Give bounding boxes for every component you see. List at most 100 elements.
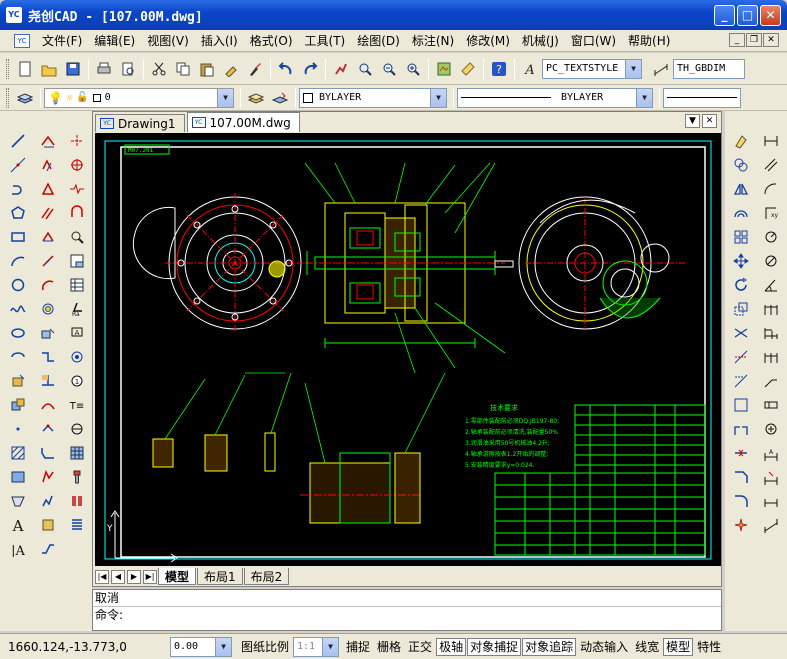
zoom-realtime-icon[interactable] bbox=[354, 58, 376, 80]
print-preview-icon[interactable] bbox=[117, 58, 139, 80]
explode-icon[interactable] bbox=[730, 514, 752, 536]
rotate-icon[interactable] bbox=[37, 274, 59, 296]
aligned-dimension-icon[interactable] bbox=[760, 154, 782, 176]
tab-107-dwg[interactable]: YC 107.00M.dwg bbox=[186, 112, 300, 132]
arc-icon[interactable] bbox=[7, 250, 29, 272]
toolbar-grip[interactable] bbox=[6, 87, 9, 108]
polygon-icon[interactable] bbox=[7, 202, 29, 224]
last-tab-icon[interactable]: ▶| bbox=[143, 569, 157, 584]
menu-edit[interactable]: 编辑(E) bbox=[88, 32, 141, 49]
tolerance-frame-icon[interactable] bbox=[760, 394, 782, 416]
break-line-icon[interactable] bbox=[66, 178, 88, 200]
pan-icon[interactable] bbox=[330, 58, 352, 80]
dimension-style-icon[interactable] bbox=[760, 514, 782, 536]
dynamic-input-toggle[interactable]: 动态输入 bbox=[577, 638, 631, 656]
ortho-toggle[interactable]: 正交 bbox=[405, 638, 435, 656]
chamfer-icon[interactable] bbox=[730, 466, 752, 488]
weld-icon[interactable]: T≡ bbox=[66, 394, 88, 416]
command-prompt[interactable]: 命令: bbox=[93, 606, 721, 622]
chevron-down-icon[interactable]: ▼ bbox=[636, 88, 652, 107]
join-icon[interactable] bbox=[37, 418, 59, 440]
move-icon[interactable] bbox=[37, 250, 59, 272]
continue-dimension-icon[interactable] bbox=[760, 346, 782, 368]
print-icon[interactable] bbox=[93, 58, 115, 80]
menu-dimension[interactable]: 标注(N) bbox=[406, 32, 460, 49]
design-center-icon[interactable] bbox=[433, 58, 455, 80]
chamfer-icon[interactable] bbox=[37, 442, 59, 464]
zoom-previous-icon[interactable] bbox=[402, 58, 424, 80]
chevron-down-icon[interactable]: ▼ bbox=[215, 637, 231, 656]
fillet-icon[interactable] bbox=[37, 466, 59, 488]
section-icon[interactable] bbox=[66, 202, 88, 224]
copy-object-icon[interactable] bbox=[37, 154, 59, 176]
offset-icon[interactable] bbox=[730, 202, 752, 224]
menu-file[interactable]: 文件(F) bbox=[36, 32, 88, 49]
tool-palette-icon[interactable] bbox=[457, 58, 479, 80]
extend-icon[interactable] bbox=[37, 370, 59, 392]
ellipse-arc-icon[interactable] bbox=[7, 346, 29, 368]
tab-close-icon[interactable]: ✕ bbox=[702, 114, 717, 128]
object-snap-toggle[interactable]: 对象捕捉 bbox=[467, 637, 522, 656]
stretch-icon[interactable] bbox=[730, 322, 752, 344]
region-icon[interactable] bbox=[7, 490, 29, 512]
doc-close-button[interactable]: ✕ bbox=[763, 33, 779, 47]
surface-finish-icon[interactable]: Ra bbox=[66, 298, 88, 320]
text-style-select[interactable]: PC_TEXTSTYLE ▼ bbox=[542, 58, 642, 79]
chevron-down-icon[interactable]: ▼ bbox=[217, 88, 233, 107]
hatch-icon[interactable] bbox=[7, 442, 29, 464]
circle-icon[interactable] bbox=[7, 274, 29, 296]
spline-icon[interactable] bbox=[7, 298, 29, 320]
center-mark-icon[interactable] bbox=[66, 154, 88, 176]
tolerance-icon[interactable] bbox=[66, 346, 88, 368]
new-icon[interactable] bbox=[14, 58, 36, 80]
linetype-select[interactable]: BYLAYER ▼ bbox=[457, 87, 653, 108]
erase-icon[interactable] bbox=[37, 130, 59, 152]
paper-scale-select[interactable]: 1:1 ▼ bbox=[293, 636, 340, 657]
minimize-button[interactable]: _ bbox=[714, 5, 735, 26]
doc-minimize-button[interactable]: _ bbox=[729, 33, 745, 47]
layer-select[interactable]: 💡 ☼ 🔓 0 ▼ bbox=[44, 87, 234, 108]
paste-icon[interactable] bbox=[196, 58, 218, 80]
angular-dimension-icon[interactable] bbox=[760, 274, 782, 296]
copy-icon[interactable] bbox=[172, 58, 194, 80]
mirror-icon[interactable] bbox=[37, 178, 59, 200]
menu-draw[interactable]: 绘图(D) bbox=[351, 32, 406, 49]
hole-icon[interactable] bbox=[66, 418, 88, 440]
polyline-icon[interactable] bbox=[7, 178, 29, 200]
tab-drawing1[interactable]: YC Drawing1 bbox=[95, 114, 185, 132]
title-block-icon[interactable] bbox=[66, 250, 88, 272]
fillet-icon[interactable] bbox=[730, 490, 752, 512]
save-icon[interactable] bbox=[62, 58, 84, 80]
lineweight-toggle[interactable]: 线宽 bbox=[632, 638, 662, 656]
stretch-icon[interactable] bbox=[37, 322, 59, 344]
menu-window[interactable]: 窗口(W) bbox=[565, 32, 622, 49]
break-icon[interactable] bbox=[730, 418, 752, 440]
redo-icon[interactable] bbox=[299, 58, 321, 80]
dim-style-select[interactable]: TH_GBDIM bbox=[673, 58, 745, 79]
match-properties-icon[interactable] bbox=[220, 58, 242, 80]
prev-tab-icon[interactable]: ◀ bbox=[111, 569, 125, 584]
ellipse-icon[interactable] bbox=[7, 322, 29, 344]
baseline-dimension-icon[interactable] bbox=[760, 322, 782, 344]
bolt-icon[interactable] bbox=[66, 466, 88, 488]
leader-icon[interactable] bbox=[760, 370, 782, 392]
menu-view[interactable]: 视图(V) bbox=[141, 32, 195, 49]
point-icon[interactable] bbox=[7, 418, 29, 440]
properties-icon[interactable] bbox=[37, 514, 59, 536]
drawing-canvas[interactable]: M07.201 技术要求 1.零部件装配前必须DQ.JB197-80; 2.轴承… bbox=[95, 133, 721, 566]
quick-dimension-icon[interactable] bbox=[760, 298, 782, 320]
maximize-button[interactable]: □ bbox=[737, 5, 758, 26]
chevron-down-icon[interactable]: ▼ bbox=[430, 88, 446, 107]
menu-help[interactable]: 帮助(H) bbox=[622, 32, 676, 49]
model-toggle[interactable]: 模型 bbox=[663, 637, 694, 656]
layer-manager-icon[interactable] bbox=[14, 87, 36, 109]
coordinate-readout[interactable]: 1660.124,-13.773,0 bbox=[0, 640, 170, 654]
line-icon[interactable] bbox=[7, 130, 29, 152]
text-icon[interactable]: |A bbox=[7, 538, 29, 560]
menu-modify[interactable]: 修改(M) bbox=[460, 32, 516, 49]
chevron-down-icon[interactable]: ▼ bbox=[625, 59, 641, 78]
make-layer-current-icon[interactable] bbox=[245, 87, 267, 109]
edit-polyline-icon[interactable] bbox=[37, 538, 59, 560]
color-select[interactable]: BYLAYER ▼ bbox=[299, 87, 447, 108]
spring-icon[interactable] bbox=[66, 514, 88, 536]
